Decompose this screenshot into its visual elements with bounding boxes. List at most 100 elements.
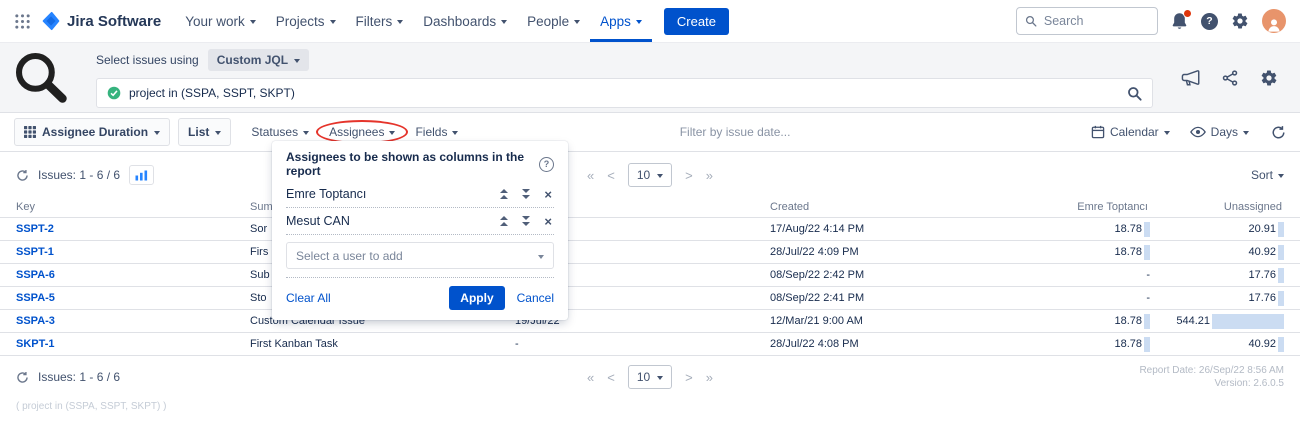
report-settings-button[interactable]: [1260, 69, 1278, 87]
statuses-dropdown[interactable]: Statuses: [251, 125, 309, 139]
duration-bar: [1144, 222, 1150, 237]
chevron-down-icon: [574, 20, 580, 24]
page-size-select[interactable]: 10: [628, 163, 672, 187]
page-next-button[interactable]: >: [685, 169, 693, 182]
cell-key: SKPT-1: [16, 338, 250, 350]
issue-key-link[interactable]: SKPT-1: [16, 338, 55, 350]
duration-value: -: [1146, 269, 1150, 281]
cell-key: SSPA-6: [16, 269, 250, 281]
chart-view-button[interactable]: [129, 165, 154, 185]
cell-user1: -: [1000, 269, 1156, 281]
results-header-bar: Issues: 1 - 6 / 6 « < 10 > » Sort: [0, 162, 1300, 188]
report-grid-icon: [24, 126, 36, 138]
nav-label: Filters: [356, 14, 393, 29]
popup-help-icon[interactable]: ?: [539, 157, 554, 172]
page-last-button[interactable]: »: [706, 169, 713, 182]
sort-dropdown[interactable]: Sort: [1251, 168, 1284, 182]
page-next-button[interactable]: >: [685, 371, 693, 384]
cell-created: 28/Jul/22 4:09 PM: [770, 246, 1000, 258]
magnifier-logo-icon: [10, 49, 72, 107]
avatar[interactable]: [1262, 9, 1286, 33]
issue-key-link[interactable]: SSPA-5: [16, 292, 55, 304]
issue-key-link[interactable]: SSPT-2: [16, 223, 54, 235]
refresh-icon: [16, 371, 29, 384]
nav-apps[interactable]: Apps: [590, 0, 652, 42]
search-input[interactable]: [1044, 14, 1149, 28]
nav-label: People: [527, 14, 569, 29]
apply-button[interactable]: Apply: [449, 286, 504, 310]
nav-people[interactable]: People: [517, 0, 590, 42]
move-top-icon[interactable]: [500, 189, 508, 199]
duration-value: 17.76: [1248, 269, 1276, 281]
query-mode-label: Custom JQL: [217, 53, 288, 67]
cell-created: 12/Mar/21 9:00 AM: [770, 315, 1000, 327]
main-nav: Your work Projects Filters Dashboards Pe…: [175, 0, 652, 42]
refresh-issues-button[interactable]: [16, 371, 29, 384]
nav-dashboards[interactable]: Dashboards: [413, 0, 517, 42]
nav-filters[interactable]: Filters: [346, 0, 414, 42]
jira-report-page: Jira Software Your work Projects Filters…: [0, 0, 1300, 424]
cancel-link[interactable]: Cancel: [517, 291, 554, 305]
table-row: SSPA-5 Sto 08/Sep/22 2:41 PM - 17.76: [0, 287, 1300, 310]
duration-bar: [1278, 268, 1284, 283]
global-search[interactable]: [1016, 7, 1158, 35]
gear-icon: [1231, 12, 1249, 30]
view-label: List: [188, 125, 209, 139]
jql-query-field[interactable]: project in (SSPA, SSPT, SKPT): [96, 78, 1153, 108]
duration-value: 20.91: [1248, 223, 1276, 235]
page-prev-button[interactable]: <: [607, 371, 615, 384]
cell-created: 28/Jul/22 4:08 PM: [770, 338, 1000, 350]
duration-value: 18.78: [1114, 315, 1142, 327]
issue-key-link[interactable]: SSPT-1: [16, 246, 54, 258]
create-button[interactable]: Create: [664, 8, 729, 35]
chevron-down-icon: [1164, 131, 1170, 135]
help-button[interactable]: ?: [1201, 13, 1218, 30]
issue-key-link[interactable]: SSPA-6: [16, 269, 55, 281]
jira-logo[interactable]: Jira Software: [41, 11, 161, 31]
query-mode-dropdown[interactable]: Custom JQL: [208, 49, 309, 71]
move-bottom-icon[interactable]: [522, 216, 530, 226]
issue-date-filter-input[interactable]: [680, 125, 850, 139]
move-bottom-icon[interactable]: [522, 189, 530, 199]
nav-your-work[interactable]: Your work: [175, 0, 266, 42]
chevron-down-icon: [452, 131, 458, 135]
fields-dropdown[interactable]: Fields: [415, 125, 458, 139]
table-row: SSPT-2 Sor 17/Aug/22 4:14 PM 18.78 20.91: [0, 218, 1300, 241]
chevron-down-icon: [303, 131, 309, 135]
nav-projects[interactable]: Projects: [266, 0, 346, 42]
move-top-icon[interactable]: [500, 216, 508, 226]
app-switcher-button[interactable]: [10, 9, 35, 34]
jql-search-button[interactable]: [1127, 86, 1142, 101]
view-dropdown[interactable]: List: [178, 118, 231, 146]
eye-icon: [1190, 126, 1206, 138]
clear-all-link[interactable]: Clear All: [286, 291, 331, 305]
page-size-select[interactable]: 10: [628, 365, 672, 389]
report-type-dropdown[interactable]: Assignee Duration: [14, 118, 170, 146]
refresh-issues-button[interactable]: [16, 169, 29, 182]
remove-assignee-icon[interactable]: ×: [544, 188, 552, 201]
days-dropdown[interactable]: Days: [1190, 125, 1249, 139]
share-button[interactable]: [1222, 70, 1238, 86]
page-first-button[interactable]: «: [587, 169, 594, 182]
cell-key: SSPT-2: [16, 223, 250, 235]
calendar-dropdown[interactable]: Calendar: [1091, 125, 1170, 139]
page-last-button[interactable]: »: [706, 371, 713, 384]
notifications-button[interactable]: [1171, 12, 1188, 30]
pagination: « < 10 > »: [587, 163, 713, 187]
sync-button[interactable]: [1271, 125, 1286, 140]
nav-label: Your work: [185, 14, 245, 29]
issue-key-link[interactable]: SSPA-3: [16, 315, 55, 327]
chevron-down-icon: [294, 59, 300, 63]
page-prev-button[interactable]: <: [607, 169, 615, 182]
assignees-dropdown[interactable]: Assignees: [329, 125, 395, 139]
announcements-button[interactable]: [1181, 69, 1200, 86]
page-first-button[interactable]: «: [587, 371, 594, 384]
table-row: SSPA-3 Custom Calendar Issue 19/Jul/22 1…: [0, 310, 1300, 333]
cell-user1: 18.78: [1000, 245, 1156, 260]
remove-assignee-icon[interactable]: ×: [544, 215, 552, 228]
settings-button[interactable]: [1231, 12, 1249, 30]
cell-created: 08/Sep/22 2:42 PM: [770, 269, 1000, 281]
duration-bar: [1212, 314, 1284, 329]
chevron-down-icon: [215, 131, 221, 135]
add-user-select[interactable]: Select a user to add: [286, 242, 554, 269]
